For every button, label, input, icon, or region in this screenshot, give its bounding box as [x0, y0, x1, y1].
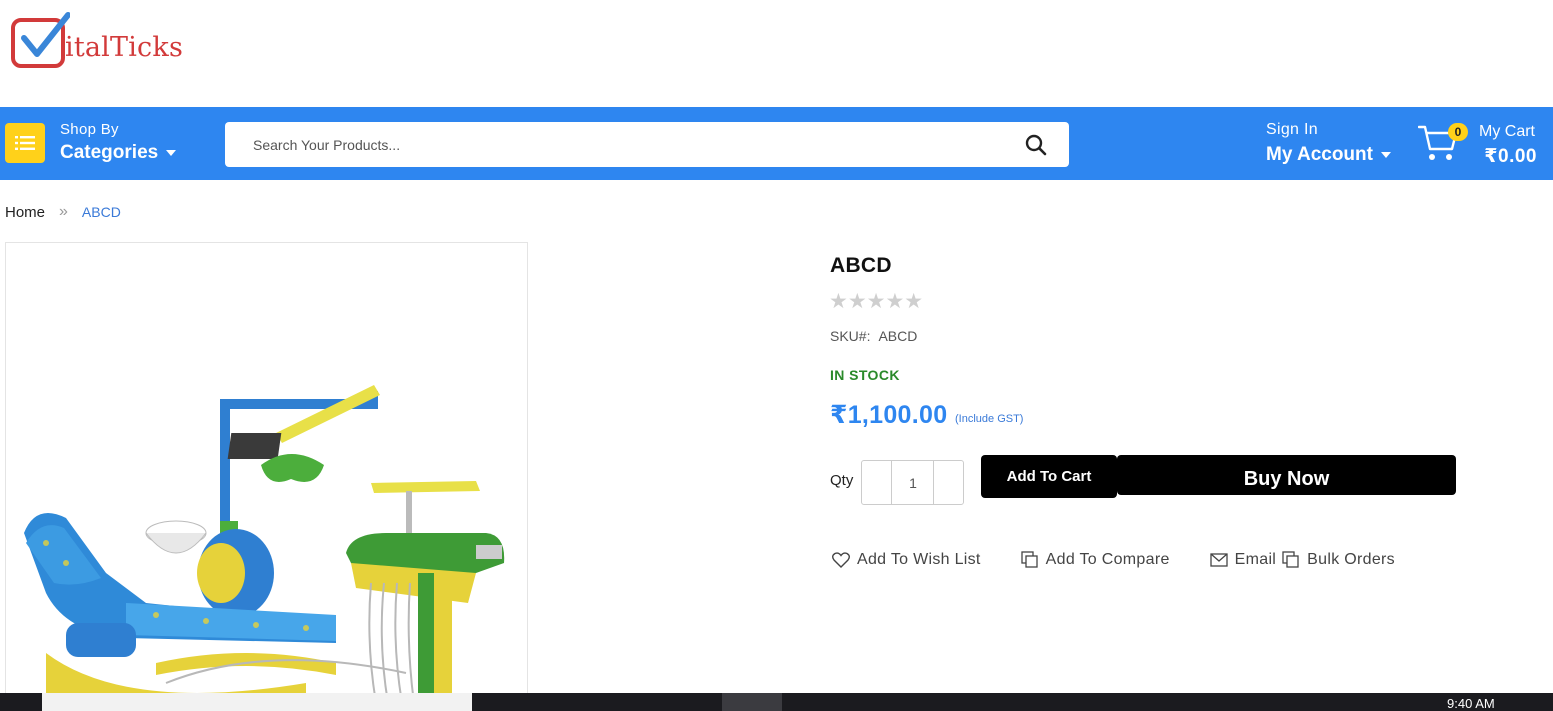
breadcrumb-home[interactable]: Home: [5, 204, 45, 221]
main-navbar: Shop By Categories Sign In My Account 0 …: [0, 107, 1553, 180]
logo-text: italTicks: [65, 32, 184, 63]
sku-label: SKU#:: [830, 328, 871, 344]
stock-status: IN STOCK: [830, 367, 900, 383]
product-image[interactable]: [5, 242, 528, 702]
search-input[interactable]: [225, 122, 1005, 167]
heart-icon: [832, 552, 850, 568]
email-label: Email: [1234, 551, 1277, 568]
categories-label: Categories: [60, 142, 159, 163]
shop-by-label: Shop By: [60, 121, 119, 138]
breadcrumb-current: ABCD: [81, 204, 121, 220]
envelope-icon: [1210, 553, 1228, 567]
bulk-orders-icon: [1282, 551, 1299, 568]
breadcrumb: Home » ABCD: [5, 203, 121, 221]
categories-menu-button[interactable]: [5, 123, 45, 163]
taskbar-search-box[interactable]: [42, 693, 472, 711]
taskbar-active-app[interactable]: [722, 693, 782, 711]
double-chevron-right-icon: »: [59, 203, 68, 220]
my-cart-label[interactable]: My Cart: [1479, 123, 1535, 141]
product-actions: Add To Wish List Add To Compare Email Bu…: [830, 551, 1395, 569]
site-logo[interactable]: italTicks: [8, 10, 183, 74]
list-icon: [15, 136, 35, 150]
bulk-orders-link[interactable]: Bulk Orders: [1282, 551, 1395, 569]
cart-count-badge: 0: [1448, 123, 1468, 141]
email-link[interactable]: Email: [1210, 551, 1277, 569]
add-to-wishlist-link[interactable]: Add To Wish List: [832, 551, 981, 569]
caret-down-icon: [1380, 152, 1391, 158]
wishlist-label: Add To Wish List: [857, 551, 981, 568]
gst-note: (Include GST): [955, 413, 1024, 425]
cart-total: ₹0.00: [1484, 146, 1537, 167]
logo-check-icon: [11, 12, 70, 68]
categories-dropdown[interactable]: Categories: [60, 142, 177, 164]
search-icon[interactable]: [1025, 134, 1047, 156]
add-to-cart-button[interactable]: Add To Cart: [981, 455, 1117, 498]
product-title: ABCD: [830, 254, 892, 277]
rating-stars[interactable]: ★★★★★: [829, 289, 923, 314]
search-bar: [225, 122, 1069, 167]
qty-decrement-button[interactable]: [862, 461, 892, 504]
caret-down-icon: [166, 150, 177, 156]
my-account-label: My Account: [1266, 144, 1373, 165]
qty-input[interactable]: [893, 461, 933, 504]
taskbar-clock[interactable]: 9:40 AM: [1447, 696, 1495, 711]
quantity-stepper: [861, 460, 964, 505]
product-price: ₹1,100.00: [830, 401, 948, 429]
bulk-orders-label: Bulk Orders: [1307, 551, 1395, 568]
qty-label: Qty: [830, 472, 854, 489]
my-account-dropdown[interactable]: My Account: [1266, 144, 1391, 166]
compare-label: Add To Compare: [1045, 551, 1170, 568]
qty-increment-button[interactable]: [933, 461, 963, 504]
buy-now-button[interactable]: Buy Now: [1117, 455, 1456, 495]
sign-in-link[interactable]: Sign In: [1266, 121, 1318, 139]
compare-icon: [1021, 551, 1038, 568]
sku-value: ABCD: [878, 328, 918, 344]
dental-chair-image: [24, 385, 505, 701]
sku: SKU#: ABCD: [830, 328, 917, 344]
add-to-compare-link[interactable]: Add To Compare: [1021, 551, 1170, 569]
os-taskbar: 9:40 AM: [0, 693, 1553, 711]
